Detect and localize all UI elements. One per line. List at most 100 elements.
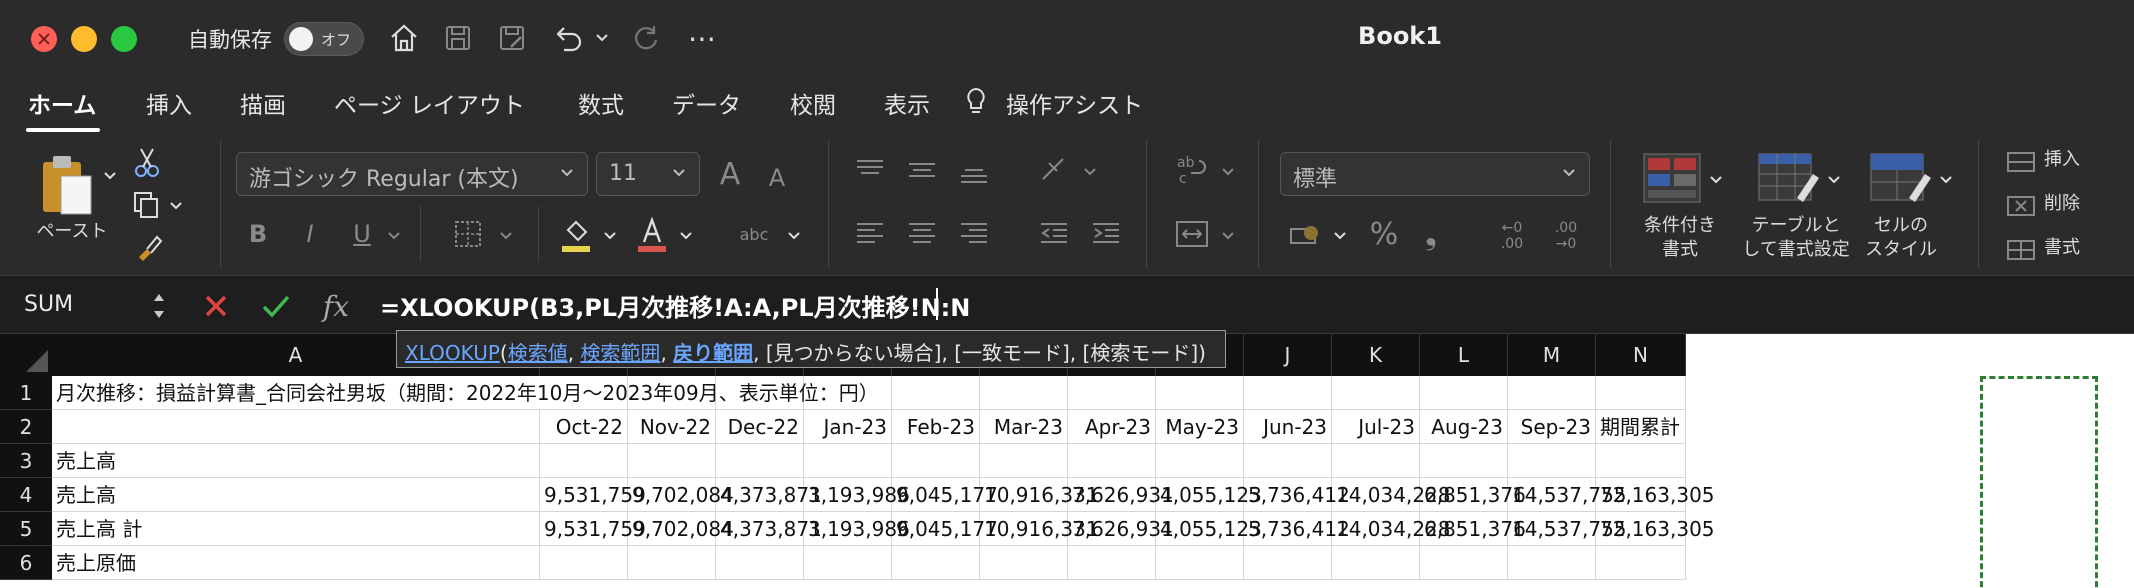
cell-styles-label-line1[interactable]: セルの — [1856, 214, 1946, 238]
cell-m1[interactable] — [1508, 376, 1596, 410]
align-middle-icon[interactable] — [904, 152, 940, 188]
merge-chevron-icon[interactable] — [1218, 226, 1238, 246]
cell-m6[interactable] — [1508, 546, 1596, 580]
underline-chevron-icon[interactable] — [384, 226, 404, 246]
cell-e5[interactable]: 3,193,986 — [804, 512, 910, 546]
cell-j2[interactable]: Jun-23 — [1244, 410, 1332, 444]
row-header-4[interactable]: 4 — [0, 478, 52, 512]
cell-l3[interactable] — [1420, 444, 1508, 478]
cell-m3[interactable] — [1508, 444, 1596, 478]
cell-i1[interactable] — [1156, 376, 1244, 410]
cell-g5[interactable]: 10,916,331 — [980, 512, 1099, 546]
zoom-window-button[interactable] — [111, 26, 137, 52]
cell-m2[interactable]: Sep-23 — [1508, 410, 1596, 444]
align-center-icon[interactable] — [904, 216, 940, 252]
close-window-button[interactable] — [31, 26, 57, 52]
cell-styles-icon[interactable] — [1866, 150, 1936, 206]
cell-n3[interactable] — [1596, 444, 1686, 478]
font-name-dropdown[interactable]: 游ゴシック Regular (本文) — [236, 152, 588, 196]
cell-n1[interactable] — [1596, 376, 1686, 410]
tab-insert[interactable]: 挿入 — [146, 86, 192, 120]
cell-a4[interactable]: 売上高 — [52, 478, 540, 512]
cell-k4[interactable]: 14,034,228 — [1332, 478, 1451, 512]
paste-dropdown-chevron-icon[interactable] — [100, 166, 120, 186]
cell-c3[interactable] — [628, 444, 716, 478]
cell-d5[interactable]: 4,373,871 — [716, 512, 822, 546]
cell-g2[interactable]: Mar-23 — [980, 410, 1068, 444]
tab-home[interactable]: ホーム — [28, 86, 96, 120]
align-left-icon[interactable] — [852, 216, 888, 252]
accounting-chevron-icon[interactable] — [1330, 226, 1350, 246]
format-as-table-chevron-icon[interactable] — [1824, 170, 1844, 190]
format-cells-icon[interactable] — [2004, 234, 2038, 266]
wrap-chevron-icon[interactable] — [1218, 162, 1238, 182]
accounting-format-icon[interactable] — [1286, 216, 1326, 252]
cell-k3[interactable] — [1332, 444, 1420, 478]
cell-e4[interactable]: 3,193,986 — [804, 478, 910, 512]
tab-review[interactable]: 校閲 — [790, 86, 836, 120]
align-right-icon[interactable] — [956, 216, 992, 252]
tooltip-function-name[interactable]: XLOOKUP — [405, 341, 500, 365]
cell-n2[interactable]: 期間累計 — [1596, 410, 1686, 444]
font-color-icon[interactable] — [634, 214, 670, 256]
undo-dropdown-chevron-icon[interactable] — [590, 18, 614, 58]
tab-tell-me[interactable]: 操作アシスト — [1006, 86, 1143, 120]
clipboard-icon[interactable] — [34, 150, 100, 220]
cell-b6[interactable] — [540, 546, 628, 580]
tab-formulas[interactable]: 数式 — [578, 86, 624, 120]
save-icon[interactable] — [438, 18, 478, 58]
phonetic-guide-button[interactable]: abc — [736, 216, 772, 252]
cell-k1[interactable] — [1332, 376, 1420, 410]
cell-g3[interactable] — [980, 444, 1068, 478]
format-as-table-label-line1[interactable]: テーブルと — [1734, 214, 1858, 238]
cell-a2[interactable] — [52, 410, 540, 444]
cell-f2[interactable]: Feb-23 — [892, 410, 980, 444]
number-format-dropdown[interactable]: 標準 — [1280, 152, 1590, 196]
tab-page-layout[interactable]: ページ レイアウト — [334, 86, 525, 120]
cell-l6[interactable] — [1420, 546, 1508, 580]
conditional-formatting-label-line1[interactable]: 条件付き — [1630, 214, 1730, 238]
cell-f4[interactable]: 9,045,177 — [892, 478, 998, 512]
cell-a3[interactable]: 売上高 — [52, 444, 540, 478]
insert-cells-icon[interactable] — [2004, 146, 2038, 178]
cell-i5[interactable]: 4,055,123 — [1156, 512, 1262, 546]
cell-m4[interactable]: 14,537,755 — [1508, 478, 1627, 512]
tooltip-arg-return-array[interactable]: 戻り範囲 — [673, 341, 753, 365]
formula-input[interactable]: =XLOOKUP(B3,PL月次推移!A:A,PL月次推移!N:N — [380, 288, 970, 323]
cell-n5[interactable]: 72,163,305 — [1596, 512, 1715, 546]
cell-l1[interactable] — [1420, 376, 1508, 410]
borders-icon[interactable] — [450, 216, 486, 252]
autosave-toggle[interactable]: オフ — [284, 22, 364, 56]
cell-c6[interactable] — [628, 546, 716, 580]
cell-j1[interactable] — [1244, 376, 1332, 410]
cell-e6[interactable] — [804, 546, 892, 580]
cell-a1[interactable]: 月次推移：損益計算書_合同会社男坂（期間：2022年10月〜2023年09月、表… — [52, 376, 879, 410]
cell-h3[interactable] — [1068, 444, 1156, 478]
name-box-stepper-icon[interactable] — [148, 286, 170, 326]
column-header-n[interactable]: N — [1596, 334, 1686, 376]
cell-g4[interactable]: 10,916,331 — [980, 478, 1099, 512]
cell-i2[interactable]: May-23 — [1156, 410, 1244, 444]
format-as-table-label-line2[interactable]: して書式設定 — [1734, 238, 1858, 262]
delete-cells-label[interactable]: 削除 — [2044, 192, 2094, 216]
select-all-corner[interactable] — [0, 334, 52, 376]
cell-d2[interactable]: Dec-22 — [716, 410, 804, 444]
cell-j4[interactable]: 5,736,412 — [1244, 478, 1350, 512]
cell-g6[interactable] — [980, 546, 1068, 580]
grow-font-button[interactable]: A — [712, 154, 748, 194]
cell-l5[interactable]: 6,851,376 — [1420, 512, 1526, 546]
row-header-1[interactable]: 1 — [0, 376, 52, 410]
tab-data[interactable]: データ — [672, 86, 741, 120]
orientation-chevron-icon[interactable] — [1080, 162, 1100, 182]
cell-d6[interactable] — [716, 546, 804, 580]
save-as-icon[interactable] — [492, 18, 532, 58]
confirm-entry-check-icon[interactable] — [256, 286, 296, 326]
cell-h4[interactable]: 7,626,931 — [1068, 478, 1174, 512]
paste-label[interactable]: ペースト — [30, 220, 114, 244]
font-color-chevron-icon[interactable] — [676, 226, 696, 246]
borders-chevron-icon[interactable] — [496, 226, 516, 246]
cancel-entry-x-icon[interactable] — [196, 286, 236, 326]
font-size-dropdown[interactable]: 11 — [596, 152, 700, 196]
cell-h5[interactable]: 7,626,931 — [1068, 512, 1174, 546]
format-painter-brush-icon[interactable] — [130, 230, 166, 266]
